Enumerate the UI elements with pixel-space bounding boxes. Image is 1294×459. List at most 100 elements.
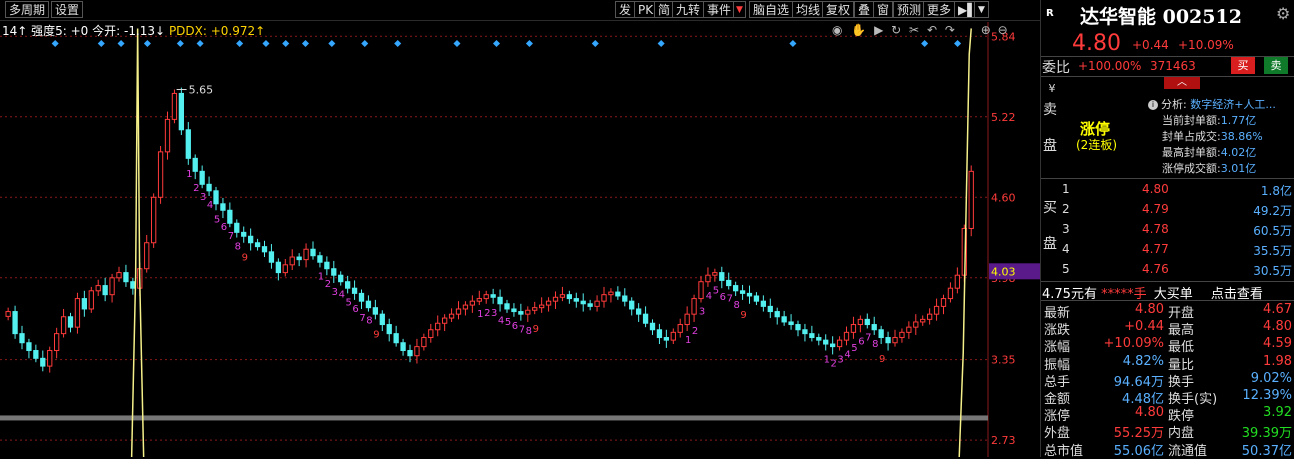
stat-row: 振幅 4.82% 量比 1.98 (1044, 354, 1292, 373)
order-book-row[interactable]: 3 4.78 60.5万 (1062, 222, 1292, 239)
y-tick-label: 2.73 (991, 434, 1016, 447)
signal-diamond (196, 39, 204, 48)
candle-body (317, 255, 323, 263)
stat-label: 跌停 (1168, 409, 1195, 425)
candle-body (338, 274, 344, 283)
candle-body (580, 300, 586, 305)
candle-body (213, 190, 219, 205)
nine-turn-label: 6 (221, 222, 227, 233)
nine-turn-label: 5 (505, 317, 511, 328)
nine-turn-label: 8 (235, 242, 241, 253)
candle-body (130, 281, 136, 289)
volume-separator (0, 415, 988, 421)
rights-adjust-button[interactable]: 复权 (822, 1, 855, 18)
post-button[interactable]: 发 (615, 1, 636, 18)
signal-diamond (361, 39, 369, 48)
settings-button[interactable]: 设置 (51, 1, 84, 18)
scissors-icon[interactable]: ✂ (909, 23, 919, 37)
stat-row: 总市值 55.06亿 流通值 50.37亿 (1044, 440, 1292, 459)
candle-body (469, 300, 476, 306)
buy-button[interactable]: 买 (1231, 57, 1255, 74)
zoom-in-icon[interactable]: ⊕ (981, 23, 991, 37)
simple-button[interactable]: 简 (654, 1, 675, 18)
play-icon[interactable]: ▶ (874, 23, 883, 37)
candle-body (719, 272, 725, 281)
candle-body (940, 298, 947, 307)
multi-period-button[interactable]: 多周期 (5, 1, 50, 18)
stat-row: 涨停 4.80 跌停 3.92 (1044, 405, 1292, 425)
pddx-info: PDDX: +0.972↑ (168, 24, 266, 38)
nine-turn-label: 9 (740, 310, 746, 321)
moving-average-button[interactable]: 均线 (792, 1, 825, 18)
events-dropdown-icon[interactable]: ▼ (733, 1, 746, 18)
nine-turn-button[interactable]: 九转 (672, 1, 705, 18)
candle-body (608, 291, 614, 296)
stat-label: 最低 (1168, 340, 1195, 356)
stat-label: 外盘 (1044, 426, 1071, 442)
stat-row: 金额 4.48亿 换手(实) 12.39% (1044, 388, 1292, 407)
stat-label: 流通值 (1168, 443, 1208, 459)
candle-body (954, 274, 961, 289)
candle-body (331, 268, 337, 276)
stat-label: 总手 (1044, 374, 1071, 390)
sell-button[interactable]: 卖 (1264, 57, 1288, 74)
stat-label: 涨停 (1044, 409, 1071, 425)
committee-ratio-label: 委比 (1042, 60, 1070, 76)
kline-chart-area[interactable]: 5.845.224.603.983.352.735.65123456789123… (0, 0, 1040, 457)
candle-body (532, 307, 538, 311)
forecast-button[interactable]: 预测 (893, 1, 926, 18)
order-book-row[interactable]: 1 4.80 1.8亿 (1062, 182, 1292, 199)
eye-icon[interactable]: ◉ (832, 23, 842, 37)
window-button[interactable]: 窗 (873, 1, 894, 18)
order-book-row[interactable]: 4 4.77 35.5万 (1062, 242, 1292, 259)
candle-body (178, 92, 185, 131)
candle-body (927, 313, 933, 320)
candle-body (81, 298, 88, 310)
candle-body (407, 350, 413, 357)
candle-body (642, 313, 649, 324)
signal-diamond (394, 39, 402, 48)
nine-turn-label: 7 (228, 231, 234, 242)
stock-name[interactable]: 达华智能 002512 (1080, 2, 1242, 29)
gear-icon[interactable]: ⚙ (1276, 4, 1290, 23)
analysis-value[interactable]: 数字经济+人工... (1190, 98, 1276, 111)
order-book-row[interactable]: 2 4.79 49.2万 (1062, 202, 1292, 219)
candle-body (123, 272, 129, 283)
events-button[interactable]: 事件 (703, 1, 736, 18)
order-book-row[interactable]: 5 4.76 30.5万 (1062, 262, 1292, 279)
candle-body (733, 285, 739, 292)
more-button[interactable]: 更多 (923, 1, 956, 18)
candle-body (60, 316, 67, 335)
overlay-button[interactable]: 叠 (854, 1, 875, 18)
signal-diamond (921, 39, 929, 48)
nine-turn-label: 2 (325, 279, 331, 290)
collapse-up-icon[interactable]: ︿ (1164, 77, 1200, 89)
stat-row: 外盘 55.25万 内盘 39.39万 (1044, 422, 1292, 442)
indicator-info-bar: 14↑ 强度5: +0 今开: -1.13↓ PDDX: +0.972↑ (2, 22, 265, 39)
nine-turn-label: 3 (200, 192, 206, 203)
candle-body (525, 309, 531, 315)
chevron-down-icon[interactable]: ▼ (974, 1, 989, 18)
candle-body (414, 346, 420, 357)
nine-turn-label: 6 (512, 321, 518, 332)
signal-diamond (236, 39, 244, 48)
refresh-icon[interactable]: ↻ (891, 23, 901, 37)
nine-turn-label: 6 (720, 292, 726, 303)
nine-turn-label: 4 (207, 200, 213, 211)
stat-label: 振幅 (1044, 357, 1071, 373)
candle-body (788, 321, 794, 326)
brain-watchlist-button[interactable]: 脑自选 (749, 1, 794, 18)
candle-body (67, 316, 74, 328)
candle-body (241, 231, 247, 237)
hand-icon[interactable]: ✋ (851, 23, 866, 37)
nine-turn-label: 8 (366, 316, 372, 327)
undo-icon[interactable]: ↶ (927, 23, 937, 37)
signal-diamond (492, 39, 501, 48)
candle-body (379, 313, 385, 326)
stat-value: 4.80 (1135, 302, 1164, 317)
candle-body (823, 339, 829, 345)
analysis-row[interactable]: i 分析: 数字经济+人工... (1148, 96, 1276, 112)
candle-body (615, 291, 621, 297)
redo-icon[interactable]: ↷ (945, 23, 955, 37)
zoom-out-icon[interactable]: ⊖ (998, 23, 1008, 37)
